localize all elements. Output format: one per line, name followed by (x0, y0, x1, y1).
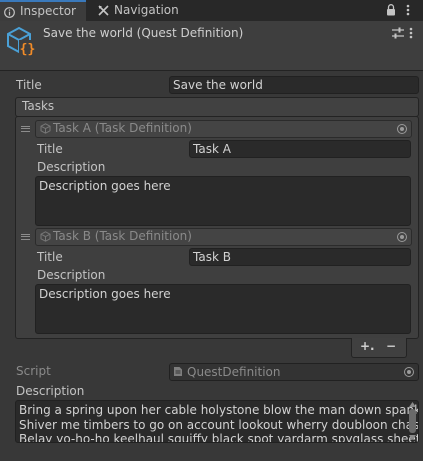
script-object-icon: {} (7, 26, 36, 57)
tab-navigation-label: Navigation (114, 3, 179, 17)
scroll-down-icon[interactable] (409, 435, 416, 440)
scrollbar-thumb[interactable] (409, 409, 416, 433)
title-field[interactable]: Save the world (169, 76, 419, 94)
description-field[interactable]: Bring a spring upon her cable holystone … (15, 400, 419, 443)
drag-handle[interactable] (21, 126, 30, 132)
scroll-up-icon[interactable] (409, 402, 416, 407)
drag-handle[interactable] (21, 234, 30, 240)
script-field: QuestDefinition (169, 363, 419, 381)
task-b-title-field[interactable]: Task B (189, 248, 411, 266)
tab-inspector[interactable]: Inspector (0, 0, 86, 21)
info-icon (4, 7, 15, 18)
tasks-foldout[interactable] (15, 97, 419, 117)
script-label: Script (16, 364, 51, 378)
header-more-icon[interactable] (408, 27, 414, 39)
presets-icon[interactable] (392, 27, 404, 39)
task-b-title-label: Title (37, 250, 63, 264)
task-a-description-label: Description (37, 160, 106, 174)
remove-element-button[interactable]: − (386, 339, 396, 353)
task-a-title-field[interactable]: Task A (189, 140, 411, 158)
task-a-header: Task A (Task Definition) (53, 121, 192, 135)
task-a-description-field[interactable]: Description goes here (35, 176, 411, 226)
header-title: Save the world (Quest Definition) (43, 26, 244, 40)
script-file-icon (174, 367, 182, 376)
title-label: Title (16, 78, 42, 92)
svg-text:{}: {} (20, 42, 36, 57)
tasks-label: Tasks (22, 99, 55, 113)
lock-icon[interactable] (386, 4, 396, 16)
scriptable-object-icon (40, 123, 51, 134)
description-scrollbar[interactable] (407, 402, 418, 441)
task-b-header: Task B (Task Definition) (53, 229, 192, 243)
add-element-button[interactable]: +. (360, 339, 375, 353)
tab-inspector-label: Inspector (20, 4, 76, 18)
tab-navigation[interactable]: Navigation (94, 0, 194, 21)
task-b-description-field[interactable]: Description goes here (35, 284, 411, 334)
object-picker-icon[interactable] (397, 232, 407, 242)
description-label: Description (16, 384, 85, 398)
navigation-icon (98, 5, 109, 16)
script-picker-icon (404, 367, 414, 377)
object-picker-icon[interactable] (397, 124, 407, 134)
scriptable-object-icon (40, 231, 51, 242)
more-options-icon[interactable] (405, 4, 411, 16)
task-b-description-label: Description (37, 268, 106, 282)
task-a-title-label: Title (37, 142, 63, 156)
